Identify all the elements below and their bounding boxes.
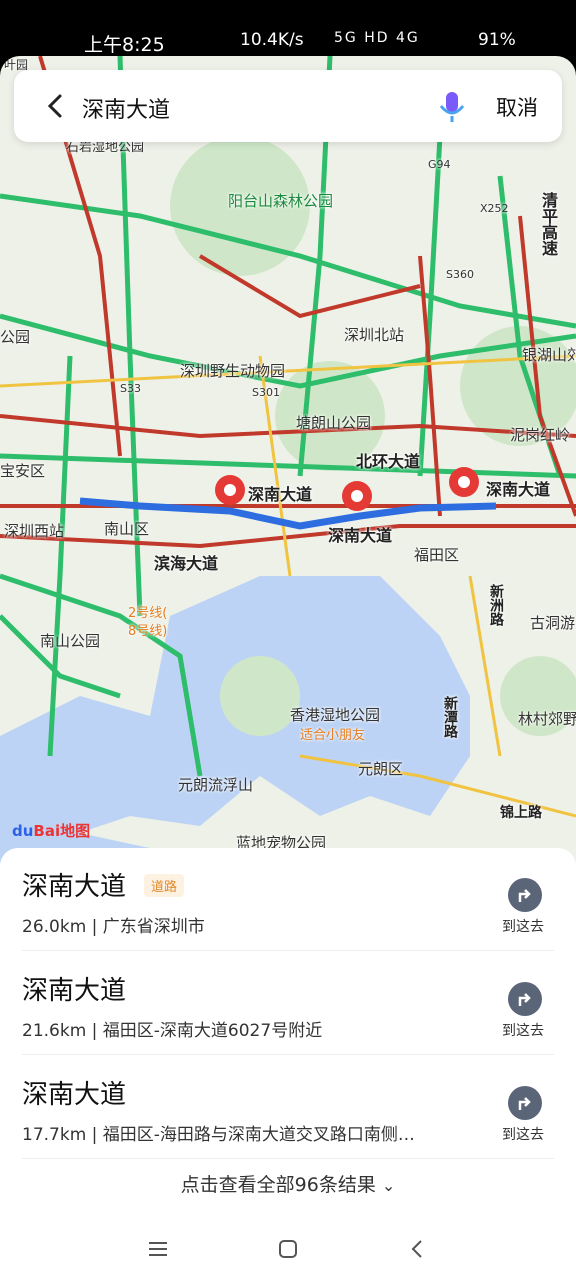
result-item[interactable]: 深南大道 道路 26.0km | 广东省深圳市 到这去 [22,848,554,951]
map-label-shennan-1: 深南大道 [248,485,313,504]
result-title: 深南大道 [22,976,127,1006]
map-label-s33: S33 [120,382,141,395]
show-all-results-button[interactable]: 点击查看全部96条结果 ⌄ [0,1170,576,1197]
battery-level: 91% [478,30,516,50]
map-label-nilang: 泥岗红岭 [510,426,571,444]
map-label-kid-friendly: 适合小朋友 [300,728,366,743]
back-icon[interactable] [406,1238,430,1260]
map-label-yinhu: 银湖山郊 [522,346,576,364]
menu-icon[interactable] [146,1238,170,1260]
search-bar: 深南大道 取消 [14,70,562,142]
map-label-hk-wetland: 香港湿地公园 [290,706,381,724]
results-panel: 深南大道 道路 26.0km | 广东省深圳市 到这去 深南大道 21.6km … [0,848,576,1218]
go-here-button[interactable]: 到这去 [502,1124,544,1144]
navigate-icon[interactable] [508,982,542,1016]
result-pin-3[interactable] [446,466,482,502]
result-detail: 26.0km | 广东省深圳市 [22,917,205,937]
go-here-button[interactable]: 到这去 [502,1020,544,1040]
map-label-baoan: 宝安区 [0,462,46,480]
search-input[interactable]: 深南大道 [82,92,170,124]
map-label-beihuan: 北环大道 [356,452,421,471]
network-speed: 10.4K/s [240,30,304,50]
map-label-qingping: 清平高速 [539,192,558,256]
map-label-wildlife: 深圳野生动物园 [180,362,286,380]
map-label-yuenlong-park: 元朗流浮山 [178,776,254,794]
result-pin-2[interactable] [339,480,375,516]
map-label-futian-district: 福田区 [414,546,460,564]
map-label-s301: S301 [252,386,280,399]
map-label-jinshang: 锦上路 [500,805,542,821]
map-label-shennan-2: 深南大道 [328,526,393,545]
result-item[interactable]: 深南大道 21.6km | 福田区-深南大道6027号附近 到这去 [22,952,554,1055]
show-all-label: 点击查看全部96条结果 [180,1174,376,1196]
map-view[interactable]: 阳台山森林公园 深圳野生动物园 深圳北站 塘朗山公园 北环大道 深南大道 深南大… [0,56,576,866]
map-label-gongyuan: 公园 [0,328,31,346]
voice-input-icon[interactable] [438,90,466,124]
result-detail: 17.7km | 福田区-海田路与深南大道交叉路口南侧… [22,1125,415,1145]
system-nav-bar [0,1218,576,1280]
result-detail: 21.6km | 福田区-深南大道6027号附近 [22,1021,323,1041]
map-roads [0,56,576,866]
baidu-logo-text: Bai地图 [33,822,91,840]
map-label-g94: G94 [428,158,451,171]
result-title: 深南大道 [22,1080,127,1110]
result-title: 深南大道 [22,872,127,902]
map-label-north-station: 深圳北站 [344,326,405,344]
baidu-logo-du: du [12,822,34,840]
result-item[interactable]: 深南大道 17.7km | 福田区-海田路与深南大道交叉路口南侧… 到这去 [22,1056,554,1159]
go-here-button[interactable]: 到这去 [502,916,544,936]
map-label-x252: X252 [480,202,509,215]
home-icon[interactable] [276,1238,300,1260]
map-label-line2: 2号线( [128,606,168,621]
baidu-map-logo: duBai地图 [12,820,90,841]
map-label-yuenlong-district: 元朗区 [358,760,404,778]
map-label-shenzhen-west: 深圳西站 [4,522,65,540]
navigate-icon[interactable] [508,878,542,912]
status-time: 上午8:25 [84,34,165,56]
map-label-xinzhou: 新洲路 [488,584,504,626]
result-pin-1[interactable] [212,474,248,510]
map-label-line8: 8号线) [128,624,168,639]
map-label-tanglang: 塘朗山公园 [296,414,372,432]
map-label-nanshan-park: 南山公园 [40,632,101,650]
back-arrow-icon[interactable] [42,92,68,120]
map-label-s360: S360 [446,268,474,281]
map-label-linlin: 林村郊野 [518,710,576,728]
chevron-down-icon: ⌄ [381,1176,396,1195]
map-label-xintan: 新潭路 [442,696,458,738]
navigate-icon[interactable] [508,1086,542,1120]
map-label-shennan-3: 深南大道 [486,480,551,499]
map-label-guodong: 古洞游 [530,614,576,632]
map-label-binhai: 滨海大道 [154,554,219,573]
map-label-yangtai: 阳台山森林公园 [228,192,334,210]
signal-icons: 5G HD 4G [334,30,420,46]
cancel-button[interactable]: 取消 [496,92,538,122]
result-tag: 道路 [144,874,185,897]
map-label-nanshan-district: 南山区 [104,520,150,538]
